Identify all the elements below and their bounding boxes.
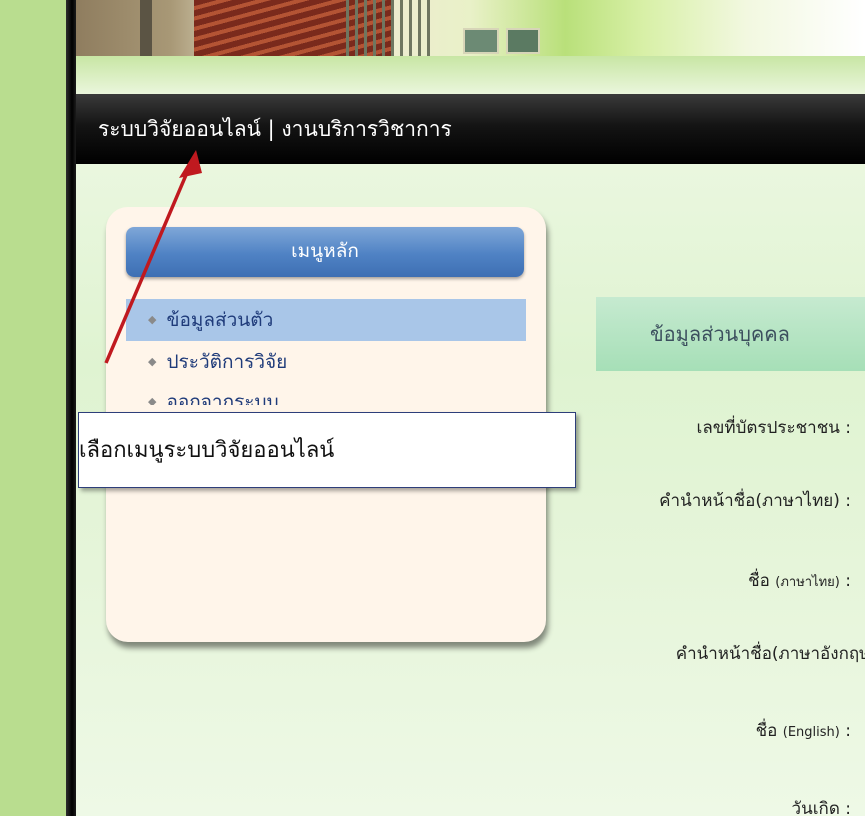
field-label-title-th: คำนำหน้าชื่อ(ภาษาไทย) : bbox=[659, 491, 851, 511]
field-label-name-th: ชื่อ (ภาษาไทย) : bbox=[748, 571, 851, 591]
menu-item-label: ออกจากระบบ bbox=[166, 391, 279, 405]
left-rail bbox=[0, 0, 66, 816]
header-banner-image bbox=[76, 0, 865, 62]
diamond-bullet-icon: ◆ bbox=[148, 395, 157, 405]
menu-item-personal-info[interactable]: ◆ ข้อมูลส่วนตัว bbox=[126, 299, 526, 341]
banner-window bbox=[506, 28, 540, 54]
personal-info-section-header: ข้อมูลส่วนบุคคล bbox=[596, 297, 865, 371]
banner-railing bbox=[346, 0, 436, 60]
diamond-bullet-icon: ◆ bbox=[148, 355, 157, 368]
field-label-name-en: ชื่อ (English) : bbox=[755, 721, 851, 741]
menu-item-research-history[interactable]: ◆ ประวัติการวิจัย bbox=[126, 341, 526, 383]
page-area: ระบบวิจัยออนไลน์ | งานบริการวิชาการ เมนู… bbox=[76, 0, 865, 816]
menu-item-label: ข้อมูลส่วนตัว bbox=[166, 309, 274, 331]
annotation-callout: เลือกเมนูระบบวิจัยออนไลน์ bbox=[78, 412, 576, 488]
main-menu-list: ◆ ข้อมูลส่วนตัว ◆ ประวัติการวิจัย ◆ ออกจากร… bbox=[126, 299, 526, 405]
site-title-link[interactable]: ระบบวิจัยออนไลน์ | งานบริการวิชาการ bbox=[98, 117, 452, 141]
banner-shade bbox=[76, 56, 865, 94]
left-border bbox=[66, 0, 76, 816]
banner-window bbox=[463, 28, 499, 54]
main-menu-header: เมนูหลัก bbox=[126, 227, 524, 277]
diamond-bullet-icon: ◆ bbox=[148, 313, 157, 326]
field-label-birthdate: วันเกิด : bbox=[791, 799, 851, 816]
menu-item-logout[interactable]: ◆ ออกจากระบบ bbox=[126, 383, 526, 405]
field-label-title-en: คำนำหน้าชื่อ(ภาษาอังกฤษ) bbox=[675, 644, 865, 664]
banner-pillar bbox=[140, 0, 152, 60]
top-nav-bar: ระบบวิจัยออนไลน์ | งานบริการวิชาการ bbox=[76, 94, 865, 164]
field-label-id-card: เลขที่บัตรประชาชน : bbox=[696, 418, 851, 438]
menu-item-label: ประวัติการวิจัย bbox=[166, 351, 288, 373]
